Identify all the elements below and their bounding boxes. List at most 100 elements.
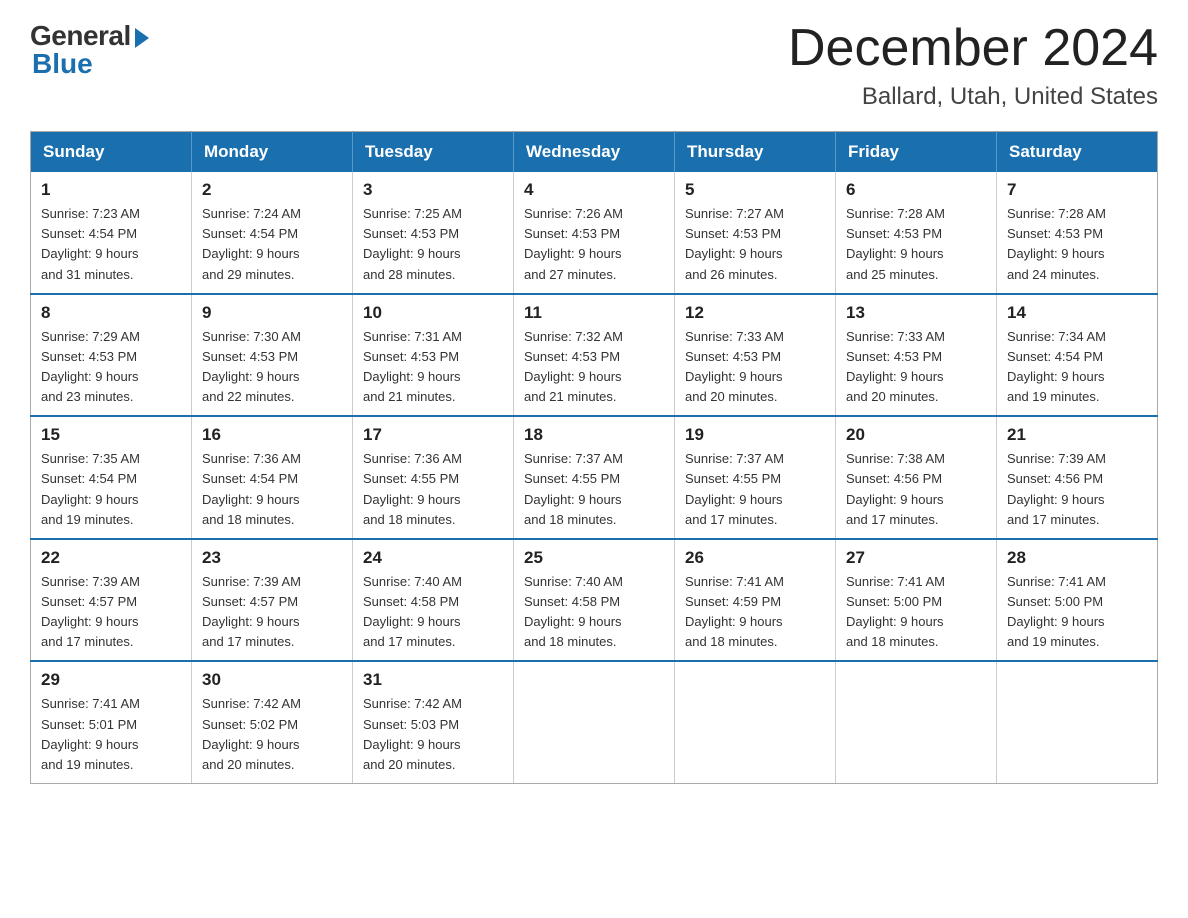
calendar-week-row: 1Sunrise: 7:23 AM Sunset: 4:54 PM Daylig… (31, 172, 1158, 294)
calendar-cell: 30 Sunrise: 7:42 AM Sunset: 5:02 PM Dayli… (192, 661, 353, 783)
weekday-header-monday: Monday (192, 132, 353, 173)
weekday-header-wednesday: Wednesday (514, 132, 675, 173)
day-info: Sunrise: 7:39 AM Sunset: 4:56 PM Dayligh… (1007, 449, 1147, 530)
day-info: Sunrise: 7:37 AM Sunset: 4:55 PM Dayligh… (685, 449, 825, 530)
day-info: Sunrise: 7:32 AM Sunset: 4:53 PM Dayligh… (524, 327, 664, 408)
day-info: Sunrise: 7:29 AM Sunset: 4:53 PM Dayligh… (41, 327, 181, 408)
day-number: 17 (363, 425, 503, 445)
calendar-cell (675, 661, 836, 783)
weekday-header-friday: Friday (836, 132, 997, 173)
calendar-cell: 14 Sunrise: 7:34 AM Sunset: 4:54 PM Dayli… (997, 294, 1158, 417)
day-info: Sunrise: 7:41 AM Sunset: 5:00 PM Dayligh… (1007, 572, 1147, 653)
day-number: 29 (41, 670, 181, 690)
calendar-cell: 31 Sunrise: 7:42 AM Sunset: 5:03 PM Dayli… (353, 661, 514, 783)
day-info: Sunrise: 7:42 AM Sunset: 5:03 PM Dayligh… (363, 694, 503, 775)
month-title: December 2024 (788, 20, 1158, 77)
calendar-cell: 25Sunrise: 7:40 AM Sunset: 4:58 PM Dayli… (514, 539, 675, 662)
calendar-cell: 17Sunrise: 7:36 AM Sunset: 4:55 PM Dayli… (353, 416, 514, 539)
logo-blue-text: Blue (32, 48, 93, 80)
calendar-cell: 1Sunrise: 7:23 AM Sunset: 4:54 PM Daylig… (31, 172, 192, 294)
location-title: Ballard, Utah, United States (788, 83, 1158, 111)
calendar-cell: 12Sunrise: 7:33 AM Sunset: 4:53 PM Dayli… (675, 294, 836, 417)
title-area: December 2024 Ballard, Utah, United Stat… (788, 20, 1158, 111)
calendar-cell: 20 Sunrise: 7:38 AM Sunset: 4:56 PM Dayli… (836, 416, 997, 539)
calendar-cell: 21 Sunrise: 7:39 AM Sunset: 4:56 PM Dayli… (997, 416, 1158, 539)
day-number: 31 (363, 670, 503, 690)
logo-arrow-icon (135, 28, 149, 48)
calendar-cell: 16Sunrise: 7:36 AM Sunset: 4:54 PM Dayli… (192, 416, 353, 539)
day-number: 9 (202, 303, 342, 323)
weekday-header-sunday: Sunday (31, 132, 192, 173)
calendar-cell: 3 Sunrise: 7:25 AM Sunset: 4:53 PM Daylig… (353, 172, 514, 294)
day-info: Sunrise: 7:34 AM Sunset: 4:54 PM Dayligh… (1007, 327, 1147, 408)
calendar-cell: 6Sunrise: 7:28 AM Sunset: 4:53 PM Daylig… (836, 172, 997, 294)
calendar-cell: 4 Sunrise: 7:26 AM Sunset: 4:53 PM Daylig… (514, 172, 675, 294)
day-number: 24 (363, 548, 503, 568)
day-number: 10 (363, 303, 503, 323)
day-number: 30 (202, 670, 342, 690)
calendar-cell: 13 Sunrise: 7:33 AM Sunset: 4:53 PM Dayli… (836, 294, 997, 417)
calendar-cell: 7Sunrise: 7:28 AM Sunset: 4:53 PM Daylig… (997, 172, 1158, 294)
day-info: Sunrise: 7:37 AM Sunset: 4:55 PM Dayligh… (524, 449, 664, 530)
calendar-cell: 22 Sunrise: 7:39 AM Sunset: 4:57 PM Dayli… (31, 539, 192, 662)
day-info: Sunrise: 7:42 AM Sunset: 5:02 PM Dayligh… (202, 694, 342, 775)
day-number: 4 (524, 180, 664, 200)
day-number: 3 (363, 180, 503, 200)
calendar-week-row: 15 Sunrise: 7:35 AM Sunset: 4:54 PM Dayli… (31, 416, 1158, 539)
day-info: Sunrise: 7:35 AM Sunset: 4:54 PM Dayligh… (41, 449, 181, 530)
day-info: Sunrise: 7:23 AM Sunset: 4:54 PM Dayligh… (41, 204, 181, 285)
day-number: 2 (202, 180, 342, 200)
calendar-cell (997, 661, 1158, 783)
calendar-header: SundayMondayTuesdayWednesdayThursdayFrid… (31, 132, 1158, 173)
logo: General Blue (30, 20, 149, 80)
day-number: 27 (846, 548, 986, 568)
day-info: Sunrise: 7:36 AM Sunset: 4:54 PM Dayligh… (202, 449, 342, 530)
weekday-header-row: SundayMondayTuesdayWednesdayThursdayFrid… (31, 132, 1158, 173)
calendar-cell: 10 Sunrise: 7:31 AM Sunset: 4:53 PM Dayli… (353, 294, 514, 417)
calendar-week-row: 22 Sunrise: 7:39 AM Sunset: 4:57 PM Dayli… (31, 539, 1158, 662)
day-number: 19 (685, 425, 825, 445)
day-number: 23 (202, 548, 342, 568)
day-info: Sunrise: 7:41 AM Sunset: 5:00 PM Dayligh… (846, 572, 986, 653)
calendar-cell (514, 661, 675, 783)
day-info: Sunrise: 7:33 AM Sunset: 4:53 PM Dayligh… (685, 327, 825, 408)
calendar-cell: 19 Sunrise: 7:37 AM Sunset: 4:55 PM Dayli… (675, 416, 836, 539)
day-info: Sunrise: 7:26 AM Sunset: 4:53 PM Dayligh… (524, 204, 664, 285)
day-number: 14 (1007, 303, 1147, 323)
calendar-cell: 28 Sunrise: 7:41 AM Sunset: 5:00 PM Dayli… (997, 539, 1158, 662)
day-info: Sunrise: 7:25 AM Sunset: 4:53 PM Dayligh… (363, 204, 503, 285)
calendar-cell: 26 Sunrise: 7:41 AM Sunset: 4:59 PM Dayli… (675, 539, 836, 662)
day-number: 20 (846, 425, 986, 445)
calendar-cell: 15 Sunrise: 7:35 AM Sunset: 4:54 PM Dayli… (31, 416, 192, 539)
day-info: Sunrise: 7:28 AM Sunset: 4:53 PM Dayligh… (846, 204, 986, 285)
day-number: 7 (1007, 180, 1147, 200)
calendar-cell: 29Sunrise: 7:41 AM Sunset: 5:01 PM Dayli… (31, 661, 192, 783)
day-info: Sunrise: 7:41 AM Sunset: 4:59 PM Dayligh… (685, 572, 825, 653)
calendar-cell: 18 Sunrise: 7:37 AM Sunset: 4:55 PM Dayli… (514, 416, 675, 539)
day-info: Sunrise: 7:31 AM Sunset: 4:53 PM Dayligh… (363, 327, 503, 408)
day-info: Sunrise: 7:30 AM Sunset: 4:53 PM Dayligh… (202, 327, 342, 408)
day-info: Sunrise: 7:39 AM Sunset: 4:57 PM Dayligh… (41, 572, 181, 653)
day-number: 15 (41, 425, 181, 445)
day-info: Sunrise: 7:33 AM Sunset: 4:53 PM Dayligh… (846, 327, 986, 408)
day-info: Sunrise: 7:40 AM Sunset: 4:58 PM Dayligh… (363, 572, 503, 653)
day-info: Sunrise: 7:40 AM Sunset: 4:58 PM Dayligh… (524, 572, 664, 653)
day-number: 22 (41, 548, 181, 568)
day-number: 13 (846, 303, 986, 323)
calendar-cell: 8Sunrise: 7:29 AM Sunset: 4:53 PM Daylig… (31, 294, 192, 417)
calendar-cell (836, 661, 997, 783)
calendar-table: SundayMondayTuesdayWednesdayThursdayFrid… (30, 131, 1158, 784)
day-number: 18 (524, 425, 664, 445)
day-number: 28 (1007, 548, 1147, 568)
day-info: Sunrise: 7:27 AM Sunset: 4:53 PM Dayligh… (685, 204, 825, 285)
day-number: 11 (524, 303, 664, 323)
calendar-cell: 11 Sunrise: 7:32 AM Sunset: 4:53 PM Dayli… (514, 294, 675, 417)
day-number: 26 (685, 548, 825, 568)
day-number: 21 (1007, 425, 1147, 445)
calendar-week-row: 29Sunrise: 7:41 AM Sunset: 5:01 PM Dayli… (31, 661, 1158, 783)
weekday-header-thursday: Thursday (675, 132, 836, 173)
day-info: Sunrise: 7:39 AM Sunset: 4:57 PM Dayligh… (202, 572, 342, 653)
day-info: Sunrise: 7:38 AM Sunset: 4:56 PM Dayligh… (846, 449, 986, 530)
calendar-cell: 27 Sunrise: 7:41 AM Sunset: 5:00 PM Dayli… (836, 539, 997, 662)
calendar-week-row: 8Sunrise: 7:29 AM Sunset: 4:53 PM Daylig… (31, 294, 1158, 417)
